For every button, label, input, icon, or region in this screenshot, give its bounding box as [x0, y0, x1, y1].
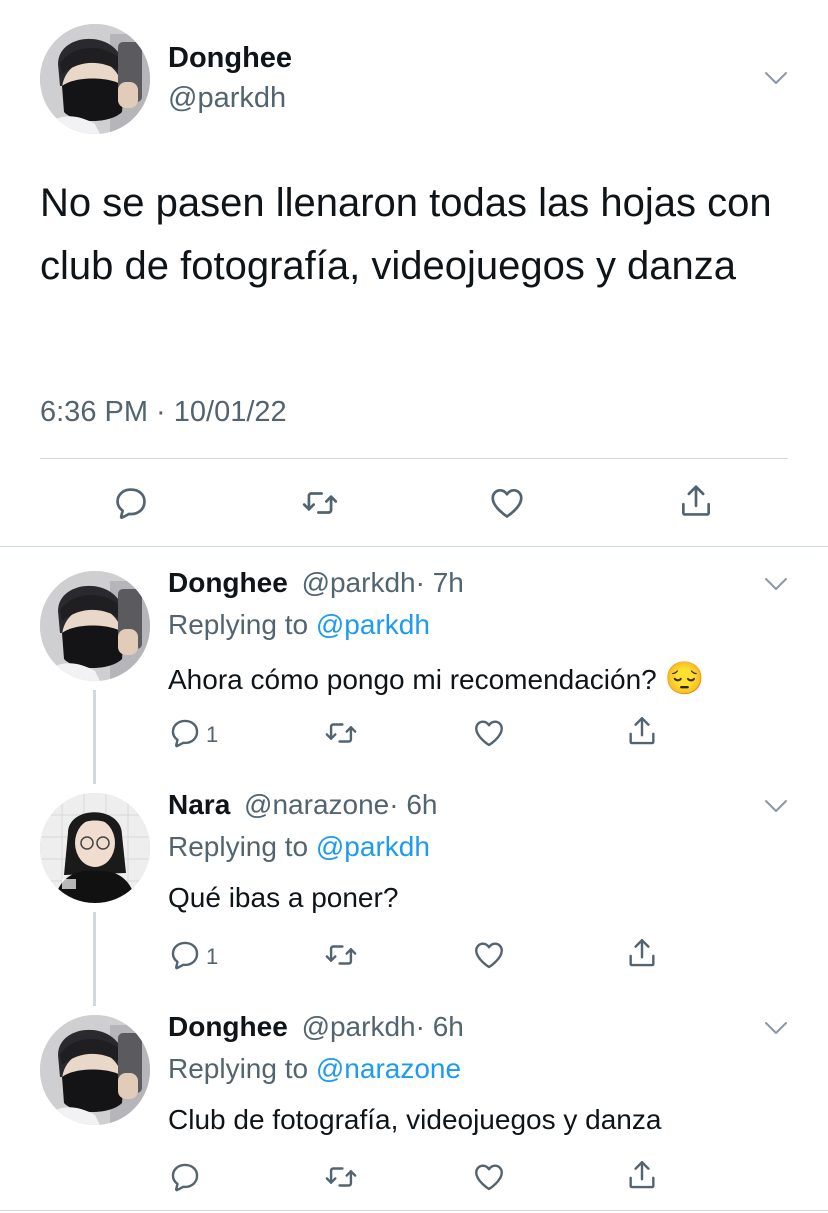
- display-name[interactable]: Donghee: [168, 1011, 288, 1042]
- share-icon[interactable]: [677, 482, 715, 520]
- reply-text: Ahora cómo pongo mi recomendación?: [168, 664, 657, 695]
- like-icon[interactable]: [472, 938, 506, 972]
- handle[interactable]: @parkdh: [168, 82, 286, 115]
- reply-icon[interactable]: [112, 484, 150, 522]
- replying-label: Replying to: [168, 1053, 309, 1084]
- thread-line: [93, 912, 96, 1006]
- reply-header: Donghee @parkdh· 6h: [168, 1011, 464, 1043]
- replying-to: Replying to @narazone: [168, 1053, 461, 1085]
- replying-to: Replying to @parkdh: [168, 831, 430, 863]
- display-name[interactable]: Donghee: [168, 42, 292, 75]
- relative-time[interactable]: · 6h: [389, 789, 437, 820]
- retweet-icon[interactable]: [323, 938, 359, 972]
- bottom-divider: [0, 1210, 828, 1211]
- mention-link[interactable]: @parkdh: [316, 831, 430, 862]
- chevron-down-icon[interactable]: [763, 70, 789, 86]
- share-icon[interactable]: [625, 936, 659, 970]
- reply-header: Nara @narazone· 6h: [168, 789, 437, 821]
- reply-icon[interactable]: [168, 1160, 202, 1194]
- reply-icon[interactable]: [168, 938, 202, 972]
- display-name[interactable]: Donghee: [168, 567, 288, 598]
- avatar[interactable]: [40, 1015, 150, 1125]
- reply-count: 1: [206, 722, 219, 747]
- replying-label: Replying to: [168, 831, 309, 862]
- replying-to: Replying to @parkdh: [168, 609, 430, 641]
- share-icon[interactable]: [625, 1158, 659, 1192]
- relative-time[interactable]: · 7h: [416, 567, 464, 598]
- chevron-down-icon[interactable]: [763, 1020, 789, 1036]
- avatar[interactable]: [40, 793, 150, 903]
- replying-label: Replying to: [168, 609, 309, 640]
- reply-count: 1: [206, 944, 219, 969]
- mention-link[interactable]: @parkdh: [316, 609, 430, 640]
- like-icon[interactable]: [472, 716, 506, 750]
- retweet-icon[interactable]: [323, 1160, 359, 1194]
- reply-text: Qué ibas a poner?: [168, 882, 399, 913]
- like-icon[interactable]: [472, 1160, 506, 1194]
- handle[interactable]: @parkdh: [302, 567, 416, 598]
- mention-link[interactable]: @narazone: [316, 1053, 461, 1084]
- reply-icon[interactable]: [168, 716, 202, 750]
- section-divider: [0, 546, 828, 547]
- retweet-icon[interactable]: [323, 716, 359, 750]
- divider: [40, 458, 788, 459]
- reply-text: Club de fotografía, videojuegos y danza: [168, 1104, 662, 1135]
- handle[interactable]: @narazone: [244, 789, 389, 820]
- tweet-text: No se pasen llenaron todas las hojas con…: [40, 181, 772, 288]
- timestamp[interactable]: 6:36 PM · 10/01/22: [40, 396, 287, 429]
- avatar[interactable]: [40, 571, 150, 681]
- retweet-icon[interactable]: [300, 484, 340, 522]
- like-icon[interactable]: [488, 484, 526, 522]
- reply-text-row: Ahora cómo pongo mi recomendación? 😔: [168, 659, 704, 697]
- reply-header: Donghee @parkdh· 7h: [168, 567, 464, 599]
- chevron-down-icon[interactable]: [763, 576, 789, 592]
- share-icon[interactable]: [625, 714, 659, 748]
- display-name[interactable]: Nara: [168, 789, 230, 820]
- chevron-down-icon[interactable]: [763, 798, 789, 814]
- avatar[interactable]: [40, 24, 150, 134]
- thread-line: [93, 690, 96, 784]
- relative-time[interactable]: · 6h: [416, 1011, 464, 1042]
- pensive-face-icon: 😔: [664, 660, 705, 696]
- handle[interactable]: @parkdh: [302, 1011, 416, 1042]
